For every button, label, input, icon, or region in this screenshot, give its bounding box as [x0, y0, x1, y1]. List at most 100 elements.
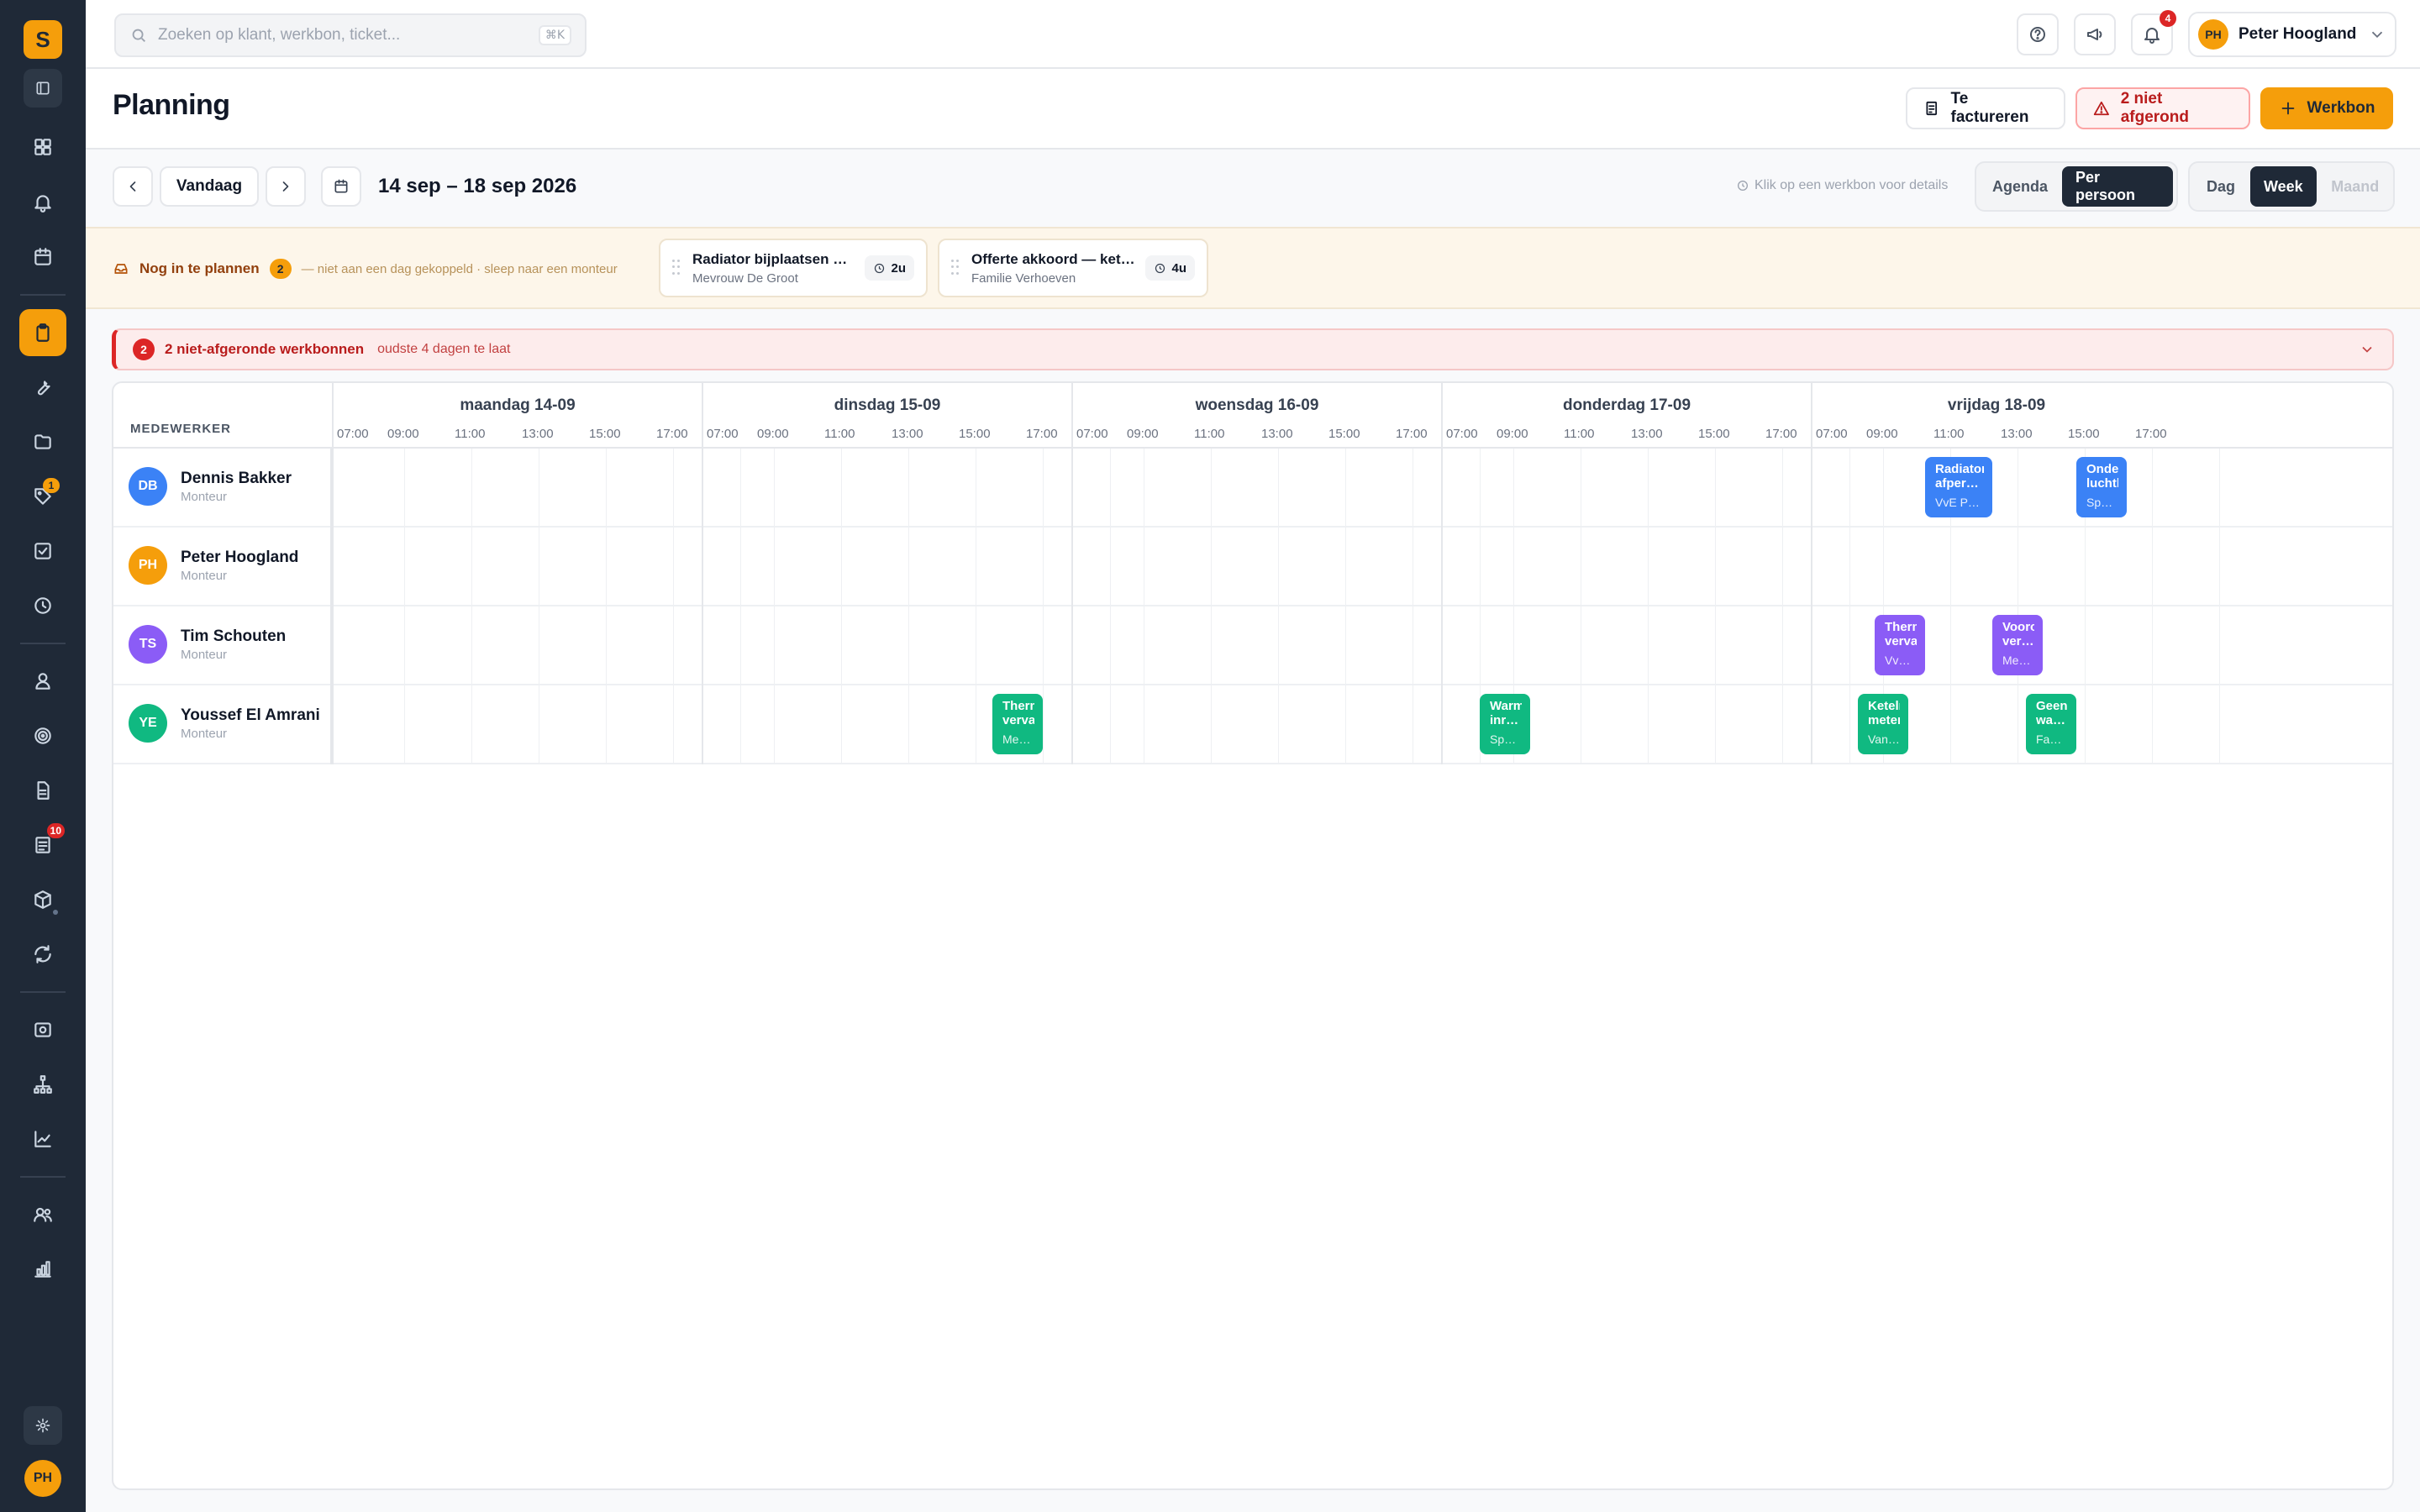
clock-icon	[34, 597, 51, 614]
sidebar-item-hours[interactable]	[19, 582, 66, 629]
employee-column-divider	[113, 449, 332, 764]
unplanned-strip: Nog in te plannen 2 — niet aan een dag g…	[86, 227, 2420, 309]
work-order-block[interactable]: Ketelrendement meten Van Rooij Bakkerij	[1858, 694, 1908, 754]
work-order-title: Onderhoud luchtbehandeling	[2086, 462, 2118, 491]
day-label: vrijdag 18-09	[1947, 396, 2046, 414]
unfinished-label: 2 niet afgerond	[2120, 90, 2189, 126]
avatar[interactable]: PH	[24, 1460, 61, 1497]
work-order-block[interactable]: Warmtepomp inregelen na storing Sporthal …	[1480, 694, 1530, 754]
overdue-alert[interactable]: 2 2 niet-afgeronde werkbonnen oudste 4 d…	[112, 328, 2394, 370]
hour-gridline	[404, 449, 405, 764]
work-order-block[interactable]: Geen warm water Familie Verhoeven	[2026, 694, 2076, 754]
view-agenda-tab[interactable]: Agenda	[1980, 166, 2060, 207]
sidebar-item-team[interactable]	[19, 1191, 66, 1238]
sidebar-item-customers[interactable]	[19, 658, 66, 705]
drag-handle-icon[interactable]	[672, 260, 681, 276]
range-month-tab[interactable]: Maand	[2318, 166, 2392, 207]
alert-count: 2	[133, 339, 155, 360]
new-work-order-button[interactable]: Werkbon	[2260, 87, 2393, 129]
schedule-header: MEDEWERKER maandag 14-09 07:00 09:00 11:00 1…	[113, 383, 2392, 449]
sidebar-item-tools[interactable]	[19, 364, 66, 411]
to-invoice-label: Te factureren	[1950, 90, 2029, 126]
sidebar-item-planning[interactable]	[19, 309, 66, 356]
day-label: donderdag 17-09	[1562, 396, 1691, 414]
notifications-button[interactable]: 4	[2131, 10, 2176, 55]
inbox-icon	[114, 264, 128, 274]
hour-tick-label: 11:00	[455, 427, 486, 441]
day-gridline	[1071, 449, 1073, 764]
date-picker-button[interactable]	[321, 166, 361, 207]
day-gridline	[702, 449, 703, 764]
work-order-block[interactable]: Radiatoren afpersen en ontluchten VvE Par…	[1925, 457, 1992, 517]
chevron-down-icon[interactable]	[2359, 341, 2375, 358]
help-button[interactable]	[2017, 13, 2059, 55]
unplanned-card[interactable]: Offerte akkoord — ketel vervangen Famili…	[938, 239, 1208, 297]
hierarchy-icon	[34, 1075, 52, 1094]
search-icon	[132, 29, 145, 42]
announcements-button[interactable]	[2074, 13, 2116, 55]
hour-tick-label: 09:00	[1127, 427, 1159, 441]
sidebar-item-recurring[interactable]	[19, 931, 66, 978]
hour-gridline	[1278, 449, 1279, 764]
sidebar-item-dashboard[interactable]	[19, 123, 66, 171]
unfinished-button[interactable]: 2 niet afgerond	[2075, 87, 2250, 129]
range-week-tab[interactable]: Week	[2250, 166, 2317, 207]
hour-gridline	[1211, 449, 1212, 764]
alert-subtitle: oudste 4 dagen te laat	[377, 342, 511, 356]
sidebar-item-inventory[interactable]	[19, 876, 66, 923]
hour-tick-label: 13:00	[892, 427, 923, 441]
user-menu[interactable]: PH Peter Hoogland	[2188, 12, 2396, 57]
search-box[interactable]: ⌘K	[114, 13, 587, 57]
unplanned-card-client: Mevrouw De Groot	[692, 270, 798, 286]
sidebar-panel-icon	[36, 81, 50, 95]
today-button[interactable]: Vandaag	[160, 166, 259, 207]
sidebar-item-finance[interactable]	[19, 1006, 66, 1053]
drag-handle-icon[interactable]	[951, 260, 960, 276]
hour-tick-label: 13:00	[1631, 427, 1663, 441]
day-header: maandag 14-09 07:00 09:00 11:00 13:00 15:00 17…	[332, 383, 702, 449]
bell-icon	[2144, 28, 2160, 44]
view-per-person-tab[interactable]: Per persoon	[2062, 166, 2173, 207]
details-hint: Klik op een werkbon voor details	[1736, 178, 1948, 193]
app-logo[interactable]: S	[24, 20, 62, 59]
sidebar-toggle-button[interactable]	[24, 69, 62, 108]
sidebar-item-notifications[interactable]	[19, 179, 66, 226]
chevron-down-icon	[2371, 31, 2383, 39]
sidebar-item-invoices[interactable]: 10	[19, 822, 66, 869]
date-range: 14 sep – 18 sep 2026	[378, 175, 577, 197]
range-day-tab[interactable]: Dag	[2193, 166, 2249, 207]
previous-week-button[interactable]	[113, 166, 153, 207]
view-mode-toggle: Agenda Per persoon	[1975, 161, 2178, 212]
hour-tick-label: 07:00	[337, 427, 369, 441]
help-icon	[2030, 27, 2045, 42]
unplanned-card-title: Offerte akkoord — ketel vervangen	[971, 250, 1137, 267]
to-invoice-button[interactable]: Te factureren	[1906, 87, 2065, 129]
work-order-block[interactable]: Thermostaat vervangen VvE Parkhof	[1875, 615, 1925, 675]
search-shortcut: ⌘K	[538, 25, 571, 45]
unplanned-card[interactable]: Radiator bijplaatsen woonkamer Mevrouw D…	[659, 239, 928, 297]
work-order-block[interactable]: Thermostaat vervangen Mevrouw De Groot	[992, 694, 1043, 754]
work-order-block[interactable]: Onderhoud luchtbehandeling Sporthal De Vl…	[2076, 457, 2127, 517]
sidebar-item-tags[interactable]: 1	[19, 473, 66, 520]
employee-row: PH Peter Hoogland Monteur	[113, 528, 2392, 606]
hour-tick-label: 17:00	[1765, 427, 1797, 441]
sidebar-item-targets[interactable]	[19, 712, 66, 759]
sidebar-item-tasks[interactable]	[19, 528, 66, 575]
sidebar-item-quotes[interactable]	[19, 767, 66, 814]
sidebar-item-projects[interactable]	[19, 418, 66, 465]
hour-gridline	[1648, 449, 1649, 764]
megaphone-icon	[2087, 29, 2102, 40]
sidebar-item-reports[interactable]	[19, 1246, 66, 1293]
next-week-button[interactable]	[266, 166, 306, 207]
unplanned-title: Nog in te plannen	[139, 260, 260, 276]
sidebar-item-calendar[interactable]	[19, 234, 66, 281]
work-order-block[interactable]: Vooropname vervangen ketel Mevrouw De Gro…	[1992, 615, 2043, 675]
settings-button[interactable]	[24, 1406, 62, 1445]
status-dot	[53, 910, 58, 915]
search-input[interactable]	[158, 26, 539, 45]
sidebar-item-analytics[interactable]	[19, 1116, 66, 1163]
duration-badge: 2u	[865, 255, 914, 281]
hour-tick-label: 13:00	[522, 427, 554, 441]
work-order-client: Van Rooij Bakkerij	[1868, 732, 1900, 746]
sidebar-item-organization[interactable]	[19, 1061, 66, 1108]
